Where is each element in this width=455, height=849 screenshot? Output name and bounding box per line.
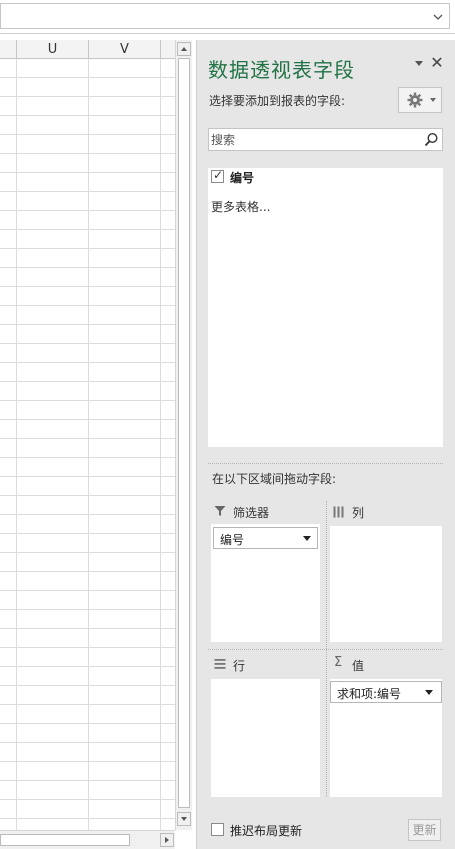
- values-area-label: 值: [352, 659, 365, 673]
- rows-icon: [214, 659, 226, 669]
- column-header-row: U V: [0, 40, 175, 59]
- search-input[interactable]: [211, 130, 416, 149]
- column-header[interactable]: [0, 40, 17, 59]
- chip-label: 编号: [220, 533, 245, 547]
- chevron-down-icon[interactable]: [303, 536, 311, 541]
- chevron-down-icon[interactable]: [433, 12, 443, 22]
- drag-fields-label: 在以下区域间拖动字段:: [212, 472, 337, 486]
- sigma-icon: Σ: [334, 655, 343, 670]
- close-icon[interactable]: ✕: [429, 53, 445, 72]
- column-header-v[interactable]: V: [89, 40, 161, 59]
- rows-drop-zone[interactable]: [211, 679, 320, 797]
- more-tables-link[interactable]: 更多表格...: [211, 198, 270, 215]
- arrow-right-icon: [165, 837, 169, 843]
- arrow-up-icon: [181, 47, 187, 51]
- defer-update-label: 推迟布局更新: [230, 824, 303, 838]
- value-field-chip[interactable]: 求和项:编号: [330, 681, 442, 703]
- formula-input[interactable]: [0, 3, 450, 29]
- field-list: ✓ 编号 更多表格...: [208, 168, 443, 447]
- field-checkbox[interactable]: ✓: [211, 168, 224, 183]
- vertical-scrollbar[interactable]: [175, 40, 192, 830]
- gear-icon: [407, 92, 423, 108]
- rows-area-label: 行: [233, 659, 246, 673]
- pivot-fields-pane: 数据透视表字段 ✕ 选择要添加到报表的字段: ✓ 编号: [196, 40, 455, 849]
- columns-area-label: 列: [352, 506, 365, 520]
- scroll-thumb[interactable]: [0, 834, 130, 846]
- field-search-box[interactable]: [208, 128, 443, 151]
- scroll-thumb[interactable]: [178, 58, 190, 808]
- filter-icon: [214, 506, 226, 516]
- checkmark-icon: ✓: [213, 168, 224, 182]
- columns-drop-zone[interactable]: [330, 526, 442, 642]
- formula-bar: [0, 0, 455, 34]
- chevron-down-icon[interactable]: [425, 690, 433, 695]
- pane-title: 数据透视表字段: [208, 58, 355, 82]
- update-button[interactable]: 更新: [408, 819, 441, 841]
- tools-button[interactable]: [398, 87, 442, 113]
- filters-area-label: 筛选器: [233, 506, 270, 520]
- area-divider-horizontal: [208, 649, 443, 650]
- arrow-down-icon: [181, 817, 187, 821]
- fields-instruction-label: 选择要添加到报表的字段:: [209, 94, 346, 108]
- chevron-down-icon: [430, 98, 436, 102]
- horizontal-scrollbar[interactable]: [0, 830, 175, 849]
- pane-options-icon[interactable]: [415, 61, 423, 66]
- column-header-u[interactable]: U: [17, 40, 89, 59]
- chip-label: 求和项:编号: [337, 687, 402, 701]
- scroll-up-button[interactable]: [177, 42, 191, 56]
- cell-area[interactable]: [0, 59, 175, 830]
- search-icon[interactable]: [424, 132, 439, 147]
- scroll-down-button[interactable]: [177, 812, 191, 826]
- defer-update-checkbox[interactable]: [211, 823, 224, 836]
- field-label: 编号: [230, 171, 255, 185]
- columns-icon: [333, 506, 344, 518]
- worksheet-grid[interactable]: U V: [0, 40, 175, 830]
- section-divider: [208, 463, 443, 464]
- scroll-right-button[interactable]: [160, 833, 174, 847]
- filter-field-chip[interactable]: 编号: [213, 527, 318, 549]
